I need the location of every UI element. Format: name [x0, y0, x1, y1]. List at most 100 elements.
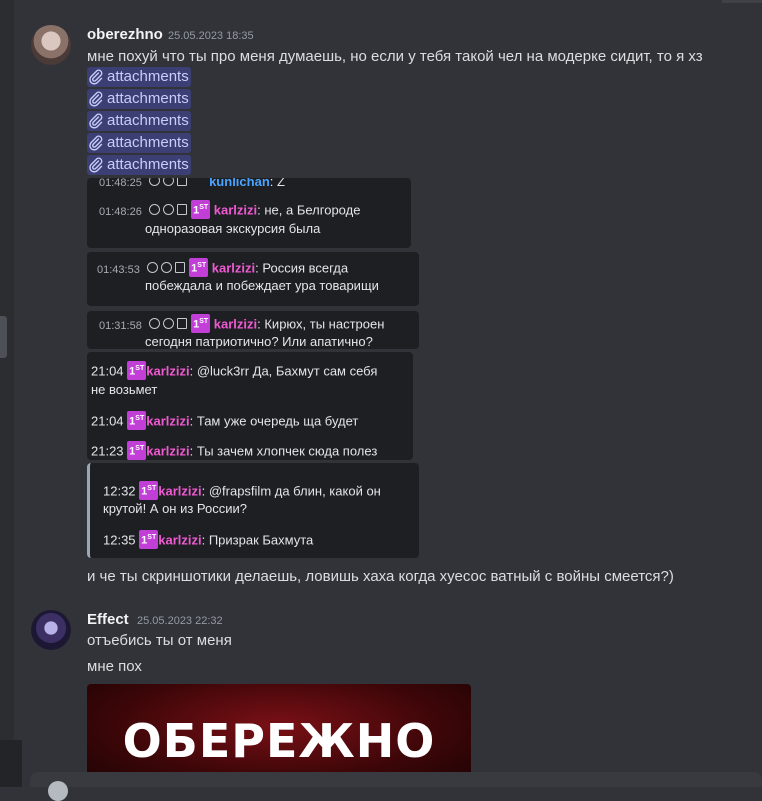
row-username[interactable]: karlzizi — [212, 261, 255, 276]
row-username[interactable]: karlzizi — [158, 533, 201, 548]
chat-row: 12:32 1ST karlzizi: @frapsfilm да блин, к… — [103, 481, 381, 500]
clock-icon[interactable] — [161, 261, 173, 273]
chat-row: 01:43:53 1ST karlzizi: Россия всегда — [97, 258, 348, 277]
attachment-label: attachments — [107, 112, 189, 129]
username[interactable]: Effect — [87, 611, 129, 628]
clock-icon[interactable] — [163, 203, 175, 215]
row-username[interactable]: karlzizi — [146, 444, 189, 459]
chat-row: 01:31:58 1ST karlzizi: Кирюх, ты настрое… — [99, 314, 384, 333]
message-timestamp: 25.05.2023 18:35 — [168, 30, 254, 42]
paperclip-icon — [89, 69, 103, 85]
row-text: : @frapsfilm да блин, какой он — [201, 483, 381, 499]
row-time: 12:32 — [103, 483, 136, 499]
message-text: и че ты скриншотики делаешь, ловишь хаха… — [87, 568, 674, 585]
trash-icon[interactable] — [175, 261, 186, 273]
screenshot-panel[interactable]: 01:48:25 kunlichan: Z 01:48:26 1ST karlz… — [87, 178, 411, 248]
attachment-label: attachments — [107, 68, 189, 85]
row-text: : Ты зачем хлопчек сюда полез — [189, 443, 378, 459]
trash-icon[interactable] — [177, 317, 188, 329]
row-username[interactable]: karlzizi — [146, 414, 189, 429]
row-time: 01:48:25 — [99, 178, 142, 189]
row-time: 01:48:26 — [99, 205, 142, 218]
row-actions — [149, 203, 188, 215]
row-text: : Призрак Бахмута — [201, 532, 314, 548]
message-text: отъебись ты от меня — [87, 632, 232, 649]
attachment-link[interactable]: attachments — [87, 155, 191, 175]
block-icon[interactable] — [149, 178, 161, 186]
row-username[interactable]: karlzizi — [146, 364, 189, 379]
row-username[interactable]: kunlichan — [209, 178, 270, 189]
first-badge-icon: 1ST — [191, 314, 211, 333]
row-actions — [149, 317, 188, 329]
first-badge-icon: 1ST — [139, 481, 159, 500]
clock-icon[interactable] — [163, 317, 175, 329]
trash-icon[interactable] — [177, 203, 188, 215]
row-text-continued: сегодня патриотично? Или апатично? — [145, 334, 373, 349]
screenshot-panel[interactable]: 12:32 1ST karlzizi: @frapsfilm да блин, к… — [87, 463, 419, 558]
sidebar-bottom — [0, 740, 22, 787]
first-badge-icon: 1ST — [127, 411, 147, 430]
attachment-label: attachments — [107, 90, 189, 107]
row-actions — [147, 261, 186, 273]
row-text: : Там уже очередь ща будет — [189, 413, 359, 429]
row-text-continued: крутой! А он из России? — [103, 501, 248, 516]
row-text-continued: не возьмет — [91, 382, 158, 397]
left-sidebar-edge — [0, 0, 14, 787]
row-text: : не, а Белгороде — [257, 202, 361, 218]
paperclip-icon — [89, 135, 103, 151]
top-border — [0, 0, 762, 4]
sidebar-scroll-handle[interactable] — [0, 316, 7, 358]
row-time: 01:43:53 — [97, 263, 140, 276]
row-time: 21:23 — [91, 443, 124, 459]
attachment-link[interactable]: attachments — [87, 67, 191, 87]
add-attachment-icon[interactable] — [48, 781, 68, 801]
trash-icon[interactable] — [177, 178, 188, 186]
row-time: 12:35 — [103, 532, 136, 548]
row-username[interactable]: karlzizi — [158, 484, 201, 499]
attachment-link[interactable]: attachments — [87, 133, 191, 153]
first-badge-icon: 1ST — [189, 258, 209, 277]
first-badge-icon: 1ST — [191, 200, 211, 219]
attachment-link[interactable]: attachments — [87, 111, 191, 131]
row-username[interactable]: karlzizi — [214, 203, 257, 218]
row-text: : Z — [269, 178, 285, 189]
row-time: 21:04 — [91, 363, 124, 379]
avatar[interactable] — [31, 25, 71, 65]
first-badge-icon: 1ST — [127, 441, 147, 460]
clock-icon[interactable] — [163, 178, 175, 186]
chat-row: 21:04 1ST karlzizi: Там уже очередь ща бу… — [91, 411, 358, 430]
message-text: мне пох — [87, 658, 142, 675]
row-time: 21:04 — [91, 413, 124, 429]
chat-row: 21:23 1ST karlzizi: Ты зачем хлопчек сюда… — [91, 441, 377, 460]
message-text: мне похуй что ты про меня думаешь, но ес… — [87, 48, 703, 65]
paperclip-icon — [89, 157, 103, 173]
image-caption: ОБЕРЕЖНО — [122, 714, 436, 768]
screenshot-panel[interactable]: 21:04 1ST karlzizi: @luck3rr Да, Бахмут с… — [87, 352, 413, 460]
row-text: : @luck3rr Да, Бахмут сам себя — [189, 363, 378, 379]
chat-row: 01:48:26 1ST karlzizi: не, а Белгороде — [99, 200, 360, 219]
row-time: 01:31:58 — [99, 319, 142, 332]
attachment-label: attachments — [107, 156, 189, 173]
row-text-continued: одноразовая экскурсия была — [145, 221, 321, 236]
row-username[interactable]: karlzizi — [214, 317, 257, 332]
paperclip-icon — [89, 91, 103, 107]
first-badge-icon: 1ST — [127, 361, 147, 380]
block-icon[interactable] — [149, 203, 161, 215]
message-composer[interactable] — [30, 772, 762, 801]
username[interactable]: oberezhno — [87, 26, 163, 43]
block-icon[interactable] — [149, 317, 161, 329]
paperclip-icon — [89, 113, 103, 129]
block-icon[interactable] — [147, 261, 159, 273]
chat-row: 01:48:25 kunlichan: Z — [99, 178, 285, 189]
message-timestamp: 25.05.2023 22:32 — [137, 615, 223, 627]
chat-row: 21:04 1ST karlzizi: @luck3rr Да, Бахмут с… — [91, 361, 377, 380]
row-text-continued: побеждала и побеждает ура товарищи — [145, 278, 379, 293]
row-actions — [149, 178, 188, 186]
first-badge-icon: 1ST — [139, 530, 159, 549]
row-text: : Россия всегда — [255, 260, 349, 276]
screenshot-panel[interactable]: 01:43:53 1ST karlzizi: Россия всегда поб… — [87, 252, 419, 306]
attachment-link[interactable]: attachments — [87, 89, 191, 109]
row-text: : Кирюх, ты настроен — [257, 316, 385, 332]
screenshot-panel[interactable]: 01:31:58 1ST karlzizi: Кирюх, ты настрое… — [87, 311, 419, 349]
avatar[interactable] — [31, 610, 71, 650]
